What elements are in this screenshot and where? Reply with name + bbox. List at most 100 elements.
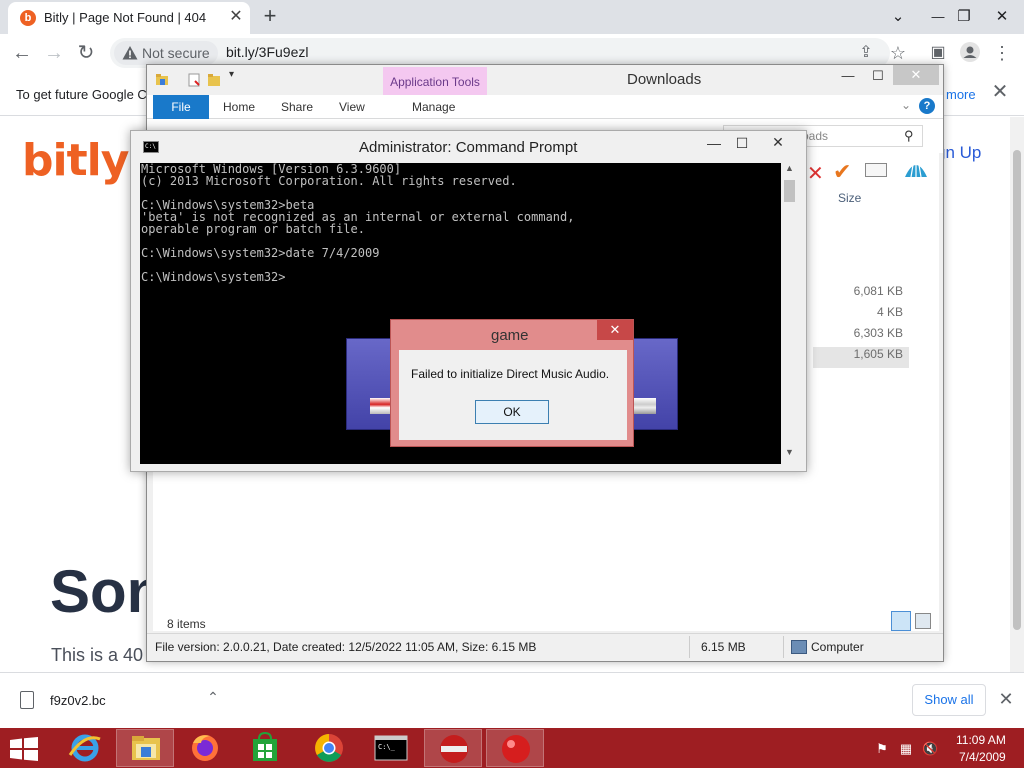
file-explorer-icon	[132, 736, 160, 760]
explorer-title: Downloads	[627, 71, 702, 88]
size-column-header[interactable]: Size	[838, 191, 861, 205]
search-icon[interactable]: ⚲	[904, 128, 914, 144]
download-shelf-close-icon[interactable]: ✕	[996, 689, 1016, 709]
explorer-minimize-icon[interactable]: —	[833, 67, 863, 87]
network-icon[interactable]: ▦	[898, 741, 914, 757]
back-arrow-icon[interactable]: ←	[10, 41, 34, 65]
items-count: 8 items	[167, 617, 206, 631]
new-folder-icon[interactable]	[207, 73, 221, 87]
tab-close-icon[interactable]: ✕	[226, 7, 246, 27]
ribbon-tab-view[interactable]: View	[339, 100, 365, 114]
page-subtext: This is a 40	[51, 645, 144, 665]
forward-arrow-icon[interactable]: →	[42, 41, 66, 65]
help-icon[interactable]: ?	[919, 98, 935, 114]
qat-dropdown-icon[interactable]: ▾	[229, 69, 243, 83]
taskbar-firefox[interactable]	[176, 729, 234, 767]
details-view-icon[interactable]	[891, 611, 911, 631]
chrome-menu-icon[interactable]: ⋮	[990, 41, 1014, 65]
taskbar-chrome[interactable]	[300, 729, 358, 767]
chevron-up-icon[interactable]: ⌃	[204, 689, 222, 707]
folder-icon	[156, 74, 168, 85]
bookmark-star-icon[interactable]: ☆	[886, 41, 910, 65]
store-icon	[253, 731, 277, 761]
red-sphere-bar-icon	[440, 735, 468, 763]
game-red-bar-graphic	[370, 398, 392, 414]
page-scrollbar-thumb[interactable]	[1013, 150, 1021, 630]
browser-restore-icon[interactable]: ❐	[944, 2, 984, 32]
dialog-title: game	[491, 327, 529, 344]
explorer-status-bar: File version: 2.0.0.21, Date created: 12…	[147, 633, 943, 661]
ribbon-tab-share[interactable]: Share	[281, 100, 313, 114]
not-secure-chip[interactable]: Not secure	[114, 41, 218, 65]
command-prompt-title: Administrator: Command Prompt	[359, 139, 578, 156]
taskbar: C:\_ ⚑ ▦ 🔇 11:09 AM 7/4/2009	[0, 728, 1024, 768]
console-scrollbar-thumb[interactable]	[784, 180, 795, 202]
reload-icon[interactable]: ↻	[74, 41, 98, 65]
firefox-icon	[192, 735, 218, 761]
infobar-close-icon[interactable]: ✕	[990, 82, 1010, 102]
application-tools-label: Application Tools	[383, 67, 487, 95]
infobar-learn-more-link[interactable]: more	[946, 87, 976, 102]
delete-x-icon[interactable]: ✕	[807, 161, 824, 186]
console-scrollbar[interactable]: ▲ ▼	[781, 163, 798, 464]
ribbon-tab-manage[interactable]: Manage	[412, 100, 455, 114]
cmd-maximize-icon[interactable]: ☐	[727, 133, 757, 155]
svg-text:C:\_: C:\_	[378, 743, 396, 751]
new-tab-plus-icon[interactable]: +	[258, 5, 282, 29]
cmd-close-icon[interactable]: ✕	[755, 132, 801, 154]
large-icons-view-icon[interactable]	[915, 613, 931, 629]
envelope-icon[interactable]	[865, 163, 887, 177]
warning-triangle-icon	[122, 46, 138, 60]
console-text: Microsoft Windows [Version 6.3.9600] (c)…	[141, 163, 575, 284]
taskbar-game-red-bar[interactable]	[424, 729, 482, 767]
taskbar-game-red-ball[interactable]	[486, 729, 544, 767]
share-icon[interactable]: ⇪	[854, 41, 878, 65]
file-icon	[20, 691, 34, 709]
taskbar-internet-explorer[interactable]	[56, 729, 114, 767]
clock-date[interactable]: 7/4/2009	[959, 750, 1006, 764]
explorer-maximize-icon[interactable]: ☐	[863, 67, 893, 87]
chrome-icon	[315, 734, 343, 762]
command-prompt-icon[interactable]: C:\	[143, 141, 159, 153]
show-all-button[interactable]: Show all	[912, 684, 986, 716]
properties-icon[interactable]	[187, 73, 201, 87]
profile-avatar-icon[interactable]	[958, 41, 982, 65]
dialog-body: Failed to initialize Direct Music Audio.…	[399, 350, 627, 440]
bitly-logo[interactable]: bitly	[22, 135, 129, 186]
tab-search-chevron-icon[interactable]: ⌄	[878, 2, 918, 32]
dialog-message: Failed to initialize Direct Music Audio.	[411, 367, 610, 381]
ribbon-tab-home[interactable]: Home	[223, 100, 255, 114]
browser-close-icon[interactable]: ✕	[982, 2, 1022, 32]
dialog-close-icon[interactable]: ✕	[597, 320, 633, 340]
checkmark-icon[interactable]: ✔	[833, 159, 851, 185]
scroll-down-arrow-icon[interactable]: ▼	[783, 447, 796, 461]
side-panel-icon[interactable]: ▣	[926, 41, 950, 65]
volume-muted-icon[interactable]: 🔇	[922, 741, 938, 757]
ribbon-tab-file[interactable]: File	[153, 95, 209, 119]
url-text[interactable]: bit.ly/3Fu9ezl	[226, 44, 308, 60]
computer-icon	[791, 640, 807, 654]
taskbar-file-explorer[interactable]	[116, 729, 174, 767]
ribbon-expand-chevron-icon[interactable]: ⌄	[901, 98, 911, 112]
windows-start-icon[interactable]	[8, 737, 40, 761]
tab-title: Bitly | Page Not Found | 404	[44, 10, 207, 25]
not-secure-label: Not secure	[142, 45, 210, 61]
size-cell: 4 KB	[876, 305, 903, 319]
flag-icon[interactable]: ⚑	[874, 741, 890, 757]
shell-icon[interactable]	[903, 159, 929, 183]
browser-tab[interactable]: b Bitly | Page Not Found | 404 ✕	[8, 2, 250, 34]
size-cell: 1,605 KB	[853, 347, 903, 361]
scroll-up-arrow-icon[interactable]: ▲	[783, 163, 796, 177]
taskbar-command-prompt[interactable]: C:\_	[362, 729, 420, 767]
taskbar-store[interactable]	[236, 729, 294, 767]
explorer-close-icon[interactable]: ✕	[893, 65, 939, 85]
status-size: 6.15 MB	[701, 640, 746, 654]
download-file-name[interactable]: f9z0v2.bc	[50, 693, 106, 708]
size-cell: 6,081 KB	[853, 284, 903, 298]
status-divider	[783, 636, 784, 658]
ok-button[interactable]: OK	[475, 400, 549, 424]
cmd-minimize-icon[interactable]: —	[699, 133, 729, 155]
clock-time[interactable]: 11:09 AM	[956, 733, 1006, 747]
explorer-ribbon: File Home Share View Manage ⌄ ?	[147, 95, 943, 119]
explorer-title-bar[interactable]: ▾ Application Tools Downloads — ☐ ✕	[147, 65, 943, 95]
